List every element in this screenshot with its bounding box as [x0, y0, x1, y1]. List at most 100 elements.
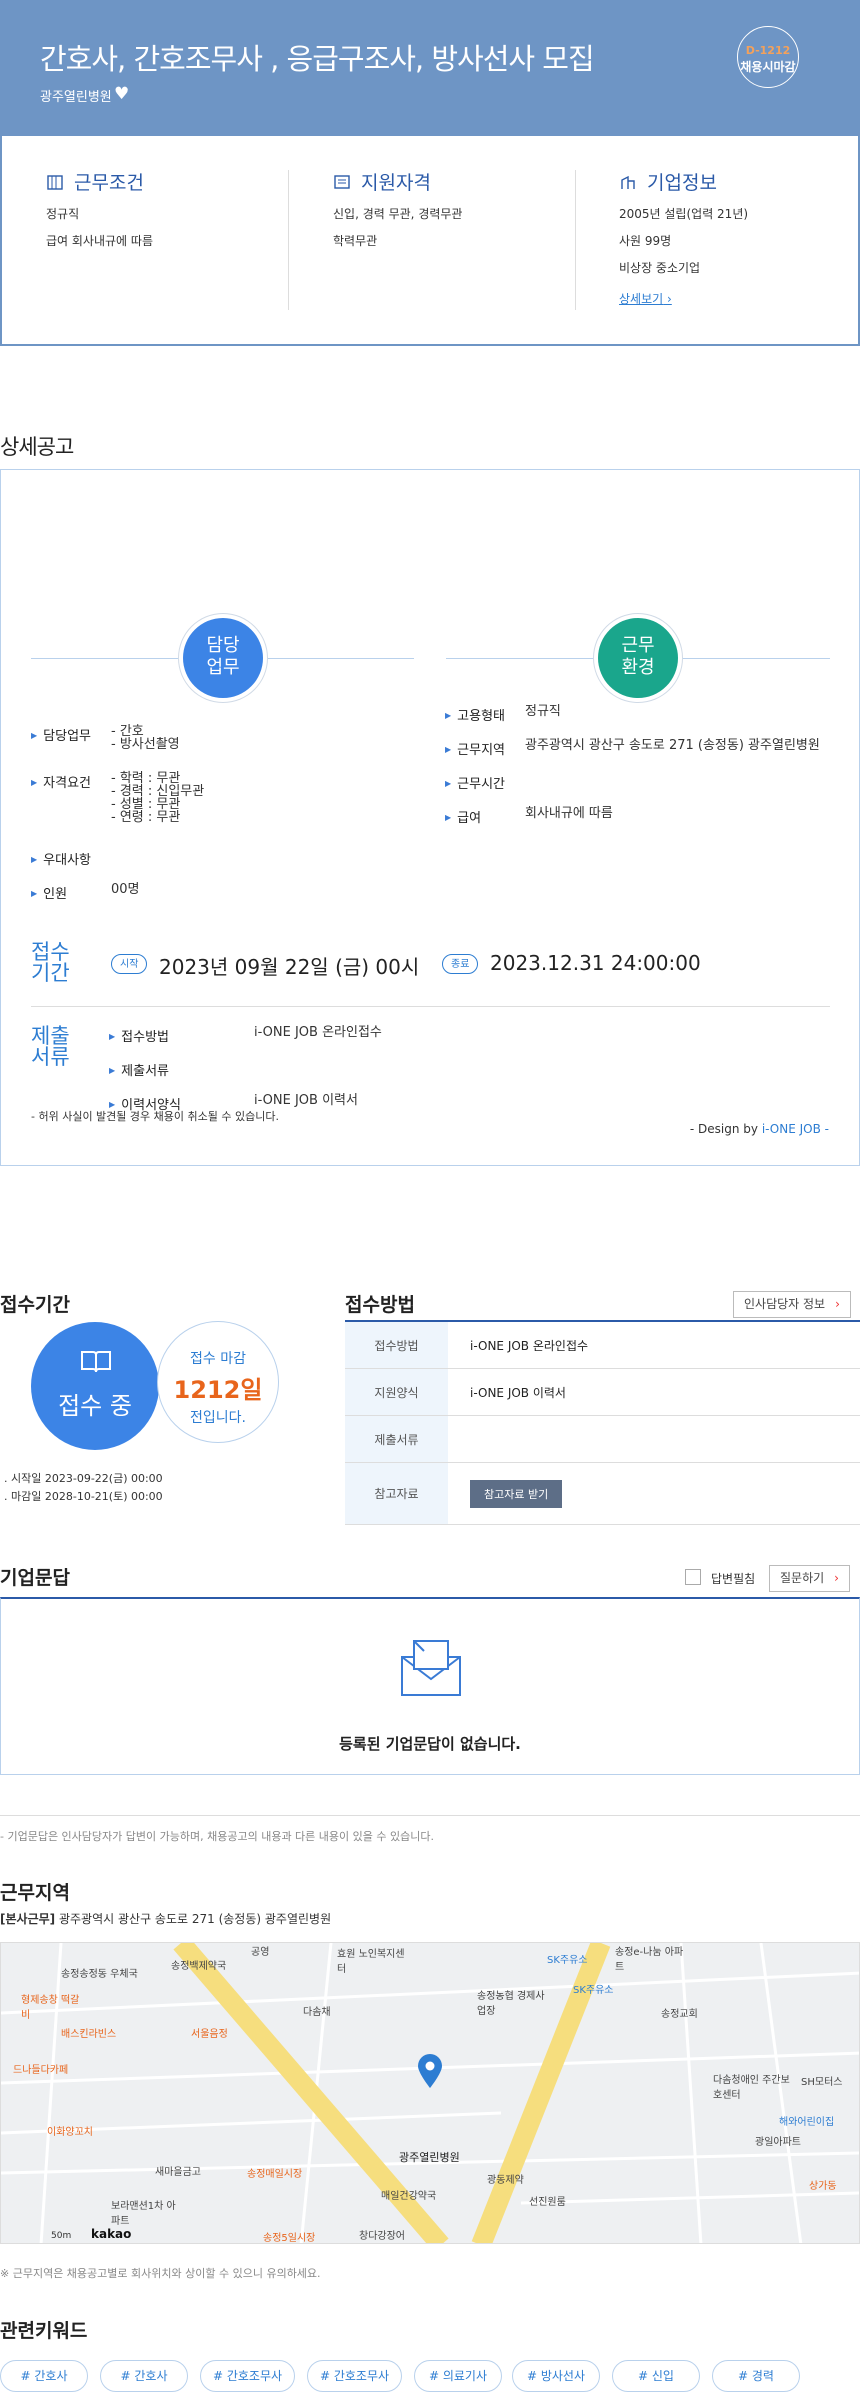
job-title: 간호사, 간호조무사 , 응급구조사, 방사선사 모집: [40, 42, 595, 76]
map-label: 송정교회: [661, 2009, 698, 2020]
detail-row-preferred: 우대사항: [31, 849, 111, 868]
hr-info-button[interactable]: 인사담당자 정보 ›: [733, 1291, 851, 1318]
envelope-icon: [401, 1640, 461, 1696]
book-icon: [81, 1351, 111, 1373]
duty-circle: 담당 업무: [183, 618, 263, 698]
detail-heading: 상세공고: [0, 435, 74, 459]
detail-row-duty: 담당업무- 간호 - 방사선촬영: [31, 725, 179, 751]
location-pin-icon: [418, 2054, 442, 2088]
remain-days: 1212일: [173, 1376, 263, 1404]
deadline-type: 채용시마감: [740, 60, 796, 74]
status-label: 접수 중: [58, 1392, 132, 1420]
detail-row-location: 근무지역광주광역시 광산구 송도로 271 (송정동) 광주열린병원: [445, 739, 820, 758]
company-line-3: 비상장 중소기업: [619, 261, 701, 275]
map[interactable]: 송정백제약국 공영 효원 노인복지센터 SK주유소 송정e-나눔 아파트 송정송…: [0, 1942, 860, 2244]
qualifications: 지원자격 신입, 경력 무관, 경력무관 학력무관: [333, 168, 462, 249]
map-label: 창다강장어: [359, 2231, 405, 2242]
map-label: 드나들다카페: [13, 2065, 69, 2076]
detail-row-type: 고용형태정규직: [445, 705, 561, 724]
period-end: . 마감일 2028-10-21(토) 00:00: [4, 1490, 163, 1503]
answered-checkbox[interactable]: [685, 1569, 701, 1585]
kakao-logo: kakao: [91, 2227, 132, 2241]
map-label: SK주유소: [547, 1955, 588, 1966]
docs-row-method: 접수방법i-ONE JOB 온라인접수: [109, 1026, 382, 1045]
company-detail-link[interactable]: 상세보기 ›: [619, 290, 672, 307]
map-label: 형제송창 떡갈비: [21, 1995, 80, 2021]
method-heading: 접수방법: [345, 1294, 415, 1316]
remain-circle: 접수 마감 1212일 전입니다.: [157, 1321, 279, 1443]
document-icon: [334, 174, 350, 189]
method-table: 접수방법 i-ONE JOB 온라인접수 지원양식 i-ONE JOB 이력서 제출…: [345, 1320, 860, 1525]
keyword-tag[interactable]: # 신입: [612, 2360, 700, 2392]
status-circle: 접수 중: [31, 1322, 159, 1450]
heart-icon[interactable]: ♥: [114, 84, 129, 104]
docs-label: 제출 서류: [31, 1024, 70, 1069]
design-credit: - Design by i-ONE JOB -: [689, 1122, 829, 1136]
start-datetime: 2023년 09월 22일 (금) 00시: [159, 955, 420, 979]
summary-panel: 근무조건 정규직 급여 회사내규에 따름 지원자격 신입, 경력 무관, 경력무…: [0, 136, 860, 346]
work-line-2: 급여 회사내규에 따름: [46, 234, 153, 248]
docs-row-submit: 제출서류: [109, 1060, 254, 1079]
map-label: 광동제약: [487, 2175, 524, 2186]
dday-count: D-1212: [745, 44, 791, 57]
map-label: 새마을금고: [155, 2167, 201, 2178]
map-label: SH모터스: [801, 2077, 843, 2088]
company-name[interactable]: 광주열린병원: [40, 86, 112, 105]
end-pill: 종료: [442, 954, 479, 974]
qual-line-2: 학력무관: [333, 234, 378, 248]
keywords-heading: 관련키워드: [0, 2320, 88, 2342]
map-label: 상가동: [809, 2181, 837, 2192]
keyword-tag[interactable]: # 방사선사: [512, 2360, 600, 2392]
table-row: 접수방법 i-ONE JOB 온라인접수: [345, 1322, 860, 1369]
keyword-tag[interactable]: # 경력: [712, 2360, 800, 2392]
period-heading: 접수기간: [0, 1294, 70, 1316]
keyword-tag[interactable]: # 의료기사: [414, 2360, 502, 2392]
map-label: 송정매일시장: [247, 2169, 303, 2180]
qa-note: - 기업문답은 인사담당자가 답변이 가능하며, 채용공고의 내용과 다른 내용…: [0, 1830, 434, 1843]
location-note: ※ 근무지역은 채용공고별로 회사위치와 상이할 수 있으니 유의하세요.: [0, 2267, 321, 2280]
map-scale: 50m: [51, 2231, 72, 2241]
office-icon: [621, 175, 635, 189]
dday-badge: D-1212 채용시마감: [737, 26, 799, 88]
map-label: 해와어린이집: [779, 2117, 835, 2128]
map-label: 다솜청애인 주간보호센터: [713, 2075, 790, 2101]
map-label: 광일아파트: [755, 2137, 801, 2148]
map-label: 송정송정동 우체국: [61, 1969, 138, 1980]
warning-text: - 허위 사실이 발견될 경우 채용이 취소될 수 있습니다.: [31, 1110, 279, 1123]
map-label: 보라맨션1차 아파트: [111, 2201, 176, 2227]
keyword-tag[interactable]: # 간호조무사: [307, 2360, 402, 2392]
company-line-2: 사원 99명: [619, 234, 672, 248]
map-label: 송정5일시장: [263, 2233, 316, 2244]
reference-download-button[interactable]: 참고자료 받기: [470, 1479, 563, 1508]
keyword-tag[interactable]: # 간호사: [0, 2360, 88, 2392]
work-title: 근무조건: [74, 172, 144, 194]
map-label: 공영: [251, 1947, 270, 1958]
detail-panel: 담당 업무 근무 환경 담당업무- 간호 - 방사선촬영 자격요건- 학력 : …: [0, 469, 860, 1166]
map-label: 다솜채: [303, 2007, 331, 2018]
qa-empty-text: 등록된 기업문답이 없습니다.: [339, 1735, 521, 1753]
map-label: SK주유소: [573, 1985, 614, 1996]
qual-title: 지원자격: [361, 172, 431, 194]
table-row: 제출서류: [345, 1416, 860, 1463]
detail-row-requirements: 자격요건- 학력 : 무관 - 경력 : 신입무관 - 성별 : 무관 - 연령…: [31, 772, 204, 824]
company-title: 기업정보: [647, 172, 717, 194]
keyword-tag[interactable]: # 간호사: [100, 2360, 188, 2392]
building-icon: [47, 174, 63, 190]
company-info: 기업정보 2005년 설립(업력 21년) 사원 99명 비상장 중소기업 상세…: [619, 168, 748, 307]
job-header: 간호사, 간호조무사 , 응급구조사, 방사선사 모집 광주열린병원 ♥ D-1…: [0, 0, 860, 136]
ask-question-button[interactable]: 질문하기 ›: [769, 1565, 850, 1592]
map-label: 서울음정: [191, 2029, 228, 2040]
period-start: . 시작일 2023-09-22(금) 00:00: [4, 1472, 163, 1485]
map-label: 이화양꼬치: [47, 2127, 93, 2138]
work-conditions: 근무조건 정규직 급여 회사내규에 따름: [46, 168, 153, 249]
answered-label: 답변필침: [711, 1572, 756, 1586]
keyword-tag[interactable]: # 간호조무사: [200, 2360, 295, 2392]
map-label: 매일건강약국: [381, 2191, 437, 2202]
map-label: 광주열린병원: [399, 2151, 460, 2164]
qa-heading: 기업문답: [0, 1567, 70, 1589]
table-row: 지원양식 i-ONE JOB 이력서: [345, 1369, 860, 1416]
map-label: 송정농협 경제사업장: [477, 1991, 545, 2017]
map-label: 효원 노인복지센터: [337, 1949, 405, 1975]
map-label: 송정백제약국: [171, 1961, 227, 1972]
start-pill: 시작: [111, 954, 148, 974]
